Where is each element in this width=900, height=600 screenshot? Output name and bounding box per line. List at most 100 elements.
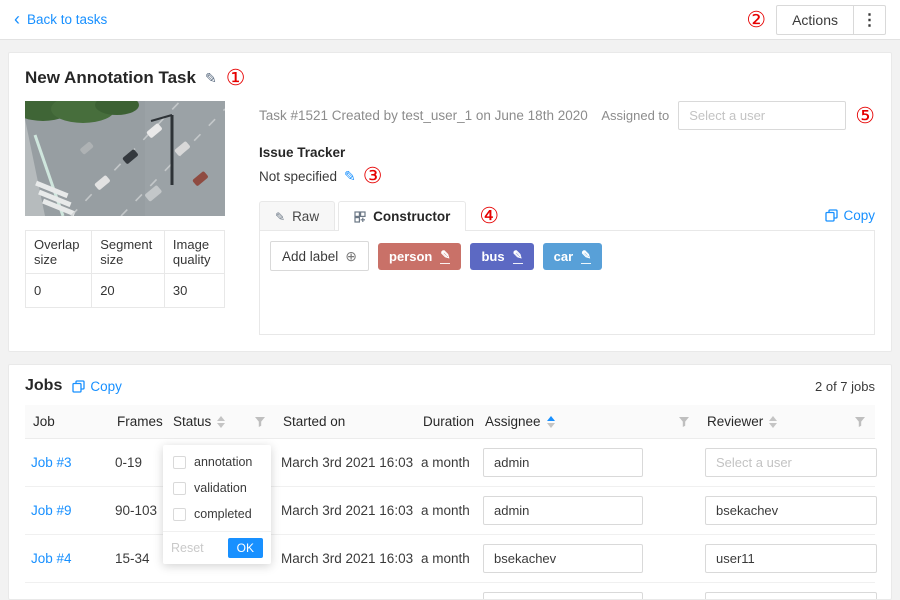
- frames-cell: 90-103: [109, 487, 165, 535]
- checkbox-completed[interactable]: [173, 508, 186, 521]
- callout-5: ⑤: [855, 105, 875, 127]
- edit-label-icon[interactable]: ✎: [513, 249, 523, 263]
- add-label-text: Add label: [282, 249, 338, 264]
- job-assignee-input[interactable]: [483, 544, 643, 573]
- actions-button[interactable]: Actions: [776, 5, 854, 35]
- job-row-1: Job #3 0-19 March 3rd 2021 16:03 a month: [25, 439, 875, 487]
- reviewer-filter-icon[interactable]: [853, 415, 867, 429]
- edit-label-icon[interactable]: ✎: [440, 249, 450, 263]
- copy-jobs-label: Copy: [90, 379, 122, 394]
- filter-option-label: validation: [194, 481, 247, 495]
- assigned-to-label: Assigned to: [601, 108, 669, 123]
- edit-issue-tracker-icon[interactable]: ✎: [344, 168, 356, 185]
- label-name: bus: [481, 249, 504, 264]
- job-row-2: Job #9 90-103 March 3rd 2021 16:03 a mon…: [25, 487, 875, 535]
- param-header-segment: Segment size: [92, 231, 165, 274]
- back-to-tasks-label: Back to tasks: [27, 12, 107, 27]
- jobs-header-row: Job Frames Status Started on Duration: [25, 405, 875, 439]
- job-link[interactable]: Job #4: [31, 551, 72, 566]
- copy-jobs-link[interactable]: Copy: [72, 379, 122, 394]
- constructor-icon: [354, 211, 366, 223]
- jobs-card: Jobs Copy 2 of 7 jobs Job Frames Status: [8, 364, 892, 600]
- edit-task-name-icon[interactable]: ✎: [205, 70, 217, 87]
- assignee-filter-icon[interactable]: [677, 415, 691, 429]
- issue-tracker-label: Issue Tracker: [259, 145, 875, 160]
- tab-constructor-label: Constructor: [373, 209, 450, 224]
- task-title: New Annotation Task: [25, 68, 196, 88]
- filter-option-annotation[interactable]: annotation: [163, 449, 271, 475]
- started-cell: March 3rd 2021 16:03: [275, 487, 415, 535]
- jobs-title: Jobs: [25, 377, 62, 395]
- job-link[interactable]: Job #3: [31, 455, 72, 470]
- job-link[interactable]: Job #9: [31, 503, 72, 518]
- duration-cell: a month: [415, 439, 477, 487]
- task-meta-text: Task #1521 Created by test_user_1 on Jun…: [259, 108, 588, 123]
- actions-dropdown-button: Actions ⋮: [776, 5, 886, 35]
- task-details-card: New Annotation Task ✎ ①: [8, 52, 892, 352]
- column-assignee[interactable]: Assignee: [477, 405, 699, 439]
- frames-cell: 15-34: [109, 535, 165, 583]
- label-name: person: [389, 249, 432, 264]
- job-reviewer-input[interactable]: [705, 592, 877, 600]
- copy-icon: [72, 380, 85, 393]
- started-cell: March 3rd 2021 16:03: [275, 583, 415, 600]
- jobs-table: Job Frames Status Started on Duration: [25, 405, 875, 600]
- filter-ok-button[interactable]: OK: [228, 538, 263, 558]
- status-sort-icon[interactable]: [217, 416, 225, 428]
- param-value-quality: 30: [164, 274, 224, 308]
- duration-cell: a month: [415, 535, 477, 583]
- column-status[interactable]: Status: [165, 405, 275, 439]
- label-chip-person[interactable]: person ✎: [378, 243, 461, 270]
- raw-pencil-icon: ✎: [275, 210, 285, 224]
- callout-1: ①: [226, 67, 246, 89]
- job-reviewer-input[interactable]: [705, 496, 877, 525]
- param-value-segment: 20: [92, 274, 165, 308]
- status-filter-icon[interactable]: [253, 415, 267, 429]
- filter-option-completed[interactable]: completed: [163, 501, 271, 527]
- label-chip-bus[interactable]: bus ✎: [470, 243, 533, 270]
- copy-labels-link[interactable]: Copy: [825, 208, 875, 223]
- frames-cell: 0-19: [109, 439, 165, 487]
- started-cell: March 3rd 2021 16:03: [275, 535, 415, 583]
- job-row-3: Job #4 15-34 March 3rd 2021 16:03 a mont…: [25, 535, 875, 583]
- status-cell: completed ?: [165, 583, 275, 600]
- reviewer-sort-icon[interactable]: [769, 416, 777, 428]
- callout-4: ④: [479, 205, 499, 227]
- filter-option-label: annotation: [194, 455, 252, 469]
- tab-raw[interactable]: ✎ Raw: [259, 201, 335, 230]
- job-assignee-input[interactable]: [483, 592, 643, 600]
- copy-icon: [825, 209, 838, 222]
- assignee-sort-icon[interactable]: [547, 416, 555, 428]
- labels-constructor-panel: Add label ⊕ person ✎ bus ✎ car ✎: [259, 231, 875, 335]
- task-assignee-input[interactable]: [678, 101, 846, 130]
- filter-option-label: completed: [194, 507, 252, 521]
- column-reviewer[interactable]: Reviewer: [699, 405, 875, 439]
- job-row-4: Job #8 75-94 completed ? March 3rd 2021 …: [25, 583, 875, 600]
- column-started-on: Started on: [275, 405, 415, 439]
- label-chip-car[interactable]: car ✎: [543, 243, 603, 270]
- job-assignee-input[interactable]: [483, 448, 643, 477]
- jobs-count: 2 of 7 jobs: [815, 379, 875, 394]
- copy-labels-label: Copy: [843, 208, 875, 223]
- task-preview-image: [25, 101, 225, 216]
- job-assignee-input[interactable]: [483, 496, 643, 525]
- checkbox-validation[interactable]: [173, 482, 186, 495]
- frames-cell: 75-94: [109, 583, 165, 600]
- status-filter-dropdown: annotation validation completed Reset OK: [163, 445, 271, 564]
- back-to-tasks-link[interactable]: ‹ Back to tasks: [14, 12, 107, 28]
- task-parameters-table: Overlap size Segment size Image quality …: [25, 230, 225, 308]
- add-label-button[interactable]: Add label ⊕: [270, 241, 369, 271]
- top-navigation-bar: ‹ Back to tasks ② Actions ⋮: [0, 0, 900, 40]
- more-actions-button[interactable]: ⋮: [854, 5, 886, 35]
- job-reviewer-input[interactable]: [705, 544, 877, 573]
- param-header-quality: Image quality: [164, 231, 224, 274]
- filter-option-validation[interactable]: validation: [163, 475, 271, 501]
- job-reviewer-input[interactable]: [705, 448, 877, 477]
- checkbox-annotation[interactable]: [173, 456, 186, 469]
- callout-3: ③: [363, 165, 383, 187]
- duration-cell: a month: [415, 487, 477, 535]
- filter-reset-link[interactable]: Reset: [171, 541, 204, 555]
- tab-constructor[interactable]: Constructor: [338, 201, 466, 231]
- column-frames: Frames: [109, 405, 165, 439]
- edit-label-icon[interactable]: ✎: [581, 249, 591, 263]
